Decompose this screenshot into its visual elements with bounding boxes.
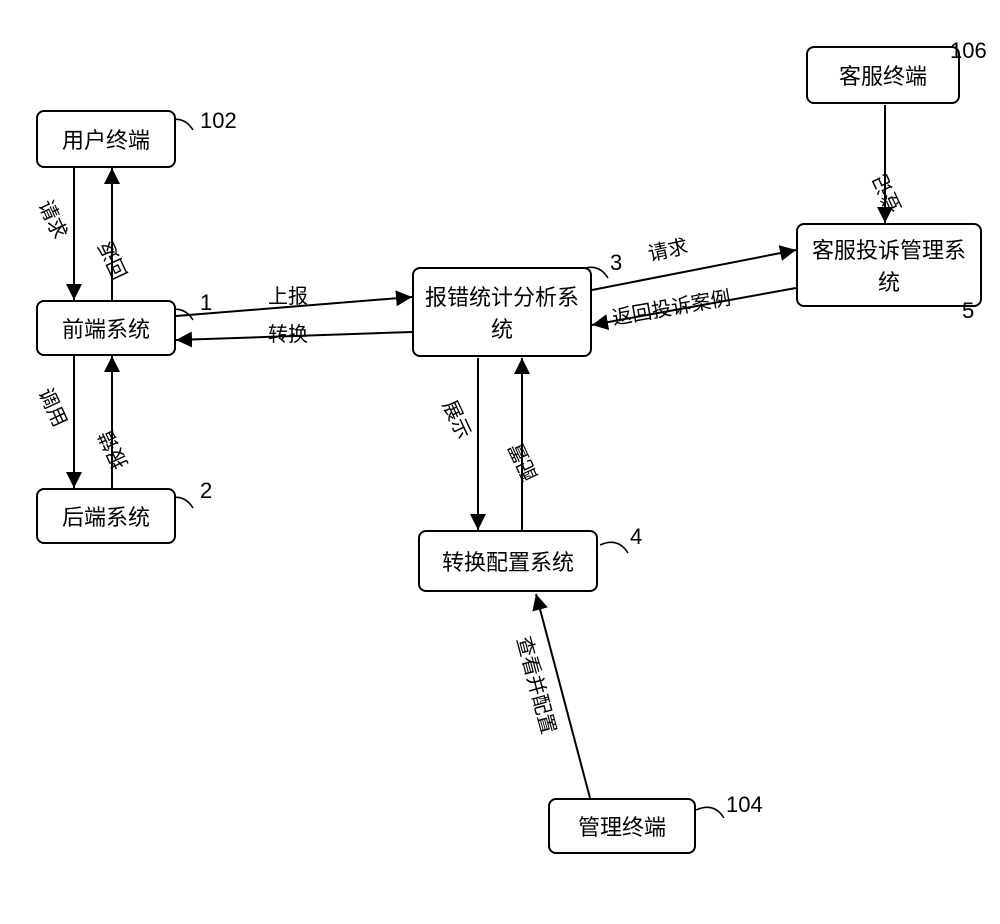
- node-frontend: 前端系统: [36, 300, 176, 356]
- node-label: 客服投诉管理系统: [804, 233, 974, 297]
- edge-view-configure-admin-config: 查看并配置: [511, 633, 565, 737]
- ref-backend: 2: [200, 478, 212, 504]
- ref-frontend: 1: [200, 290, 212, 316]
- node-label: 管理终端: [578, 810, 666, 842]
- node-label: 前端系统: [62, 312, 150, 344]
- node-admin-terminal: 管理终端: [548, 798, 696, 854]
- node-complaint: 客服投诉管理系统: [796, 223, 982, 307]
- node-label: 客服终端: [839, 59, 927, 91]
- ref-config: 4: [630, 524, 642, 550]
- node-label: 后端系统: [62, 500, 150, 532]
- ref-complaint: 5: [962, 298, 974, 324]
- edge-report-frontend-analysis: 上报: [268, 280, 308, 309]
- node-label: 用户终端: [62, 123, 150, 155]
- ref-admin-terminal: 104: [726, 792, 763, 818]
- edge-call-frontend-backend: 调用: [33, 382, 76, 431]
- edge-register-csterm-complaint: 登记: [864, 170, 907, 219]
- node-user-terminal: 用户终端: [36, 110, 176, 168]
- edge-request-user-frontend: 请求: [33, 194, 76, 243]
- edge-transform-analysis-frontend: 转换: [268, 318, 308, 347]
- edge-configure-config-analysis: 配置: [500, 438, 543, 487]
- node-label: 转换配置系统: [442, 545, 574, 577]
- node-cs-terminal: 客服终端: [806, 46, 960, 104]
- node-label: 报错统计分析系统: [420, 280, 584, 344]
- node-backend: 后端系统: [36, 488, 176, 544]
- node-config: 转换配置系统: [418, 530, 598, 592]
- ref-cs-terminal: 106: [950, 38, 987, 64]
- system-diagram: 用户终端 102 前端系统 1 后端系统 2 报错统计分析系统 3 转换配置系统…: [0, 0, 1000, 924]
- edge-display-analysis-config: 展示: [437, 394, 480, 443]
- ref-user-terminal: 102: [200, 108, 237, 134]
- edge-request-analysis-complaint: 请求: [645, 230, 690, 267]
- ref-analysis: 3: [610, 250, 622, 276]
- edge-return-complaint-analysis: 返回投诉案例: [609, 281, 732, 330]
- node-analysis: 报错统计分析系统: [412, 267, 592, 357]
- edge-return-frontend-user: 回返: [90, 236, 133, 285]
- edge-error-backend-frontend: 报错: [90, 426, 133, 475]
